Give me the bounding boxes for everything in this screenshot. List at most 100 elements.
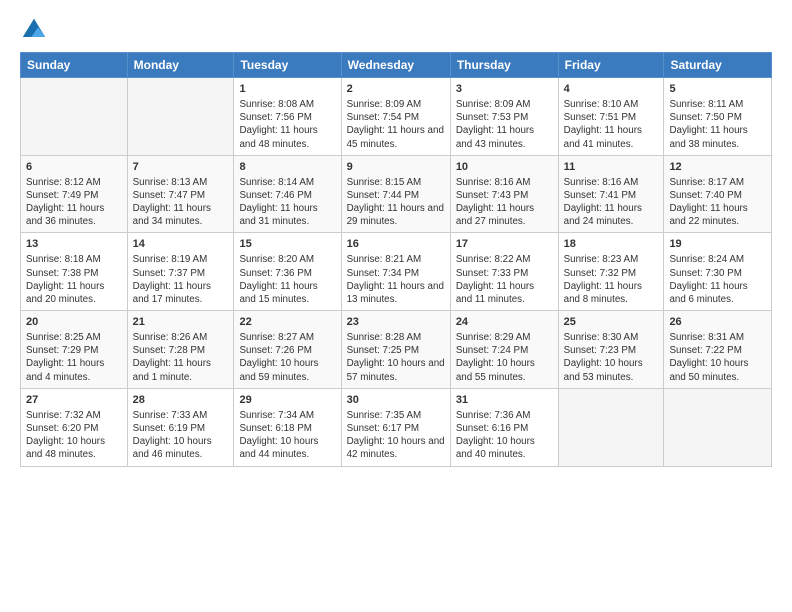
day-info: Sunrise: 8:14 AM Sunset: 7:46 PM Dayligh…: [239, 176, 335, 229]
week-row-5: 27Sunrise: 7:32 AM Sunset: 6:20 PM Dayli…: [21, 388, 772, 466]
day-number: 15: [239, 237, 335, 252]
day-number: 8: [239, 160, 335, 175]
calendar-cell: 20Sunrise: 8:25 AM Sunset: 7:29 PM Dayli…: [21, 311, 128, 389]
day-number: 6: [26, 160, 122, 175]
day-info: Sunrise: 8:29 AM Sunset: 7:24 PM Dayligh…: [456, 331, 553, 384]
calendar-cell: 10Sunrise: 8:16 AM Sunset: 7:43 PM Dayli…: [450, 155, 558, 233]
day-info: Sunrise: 8:09 AM Sunset: 7:53 PM Dayligh…: [456, 98, 553, 151]
day-number: 10: [456, 160, 553, 175]
calendar-cell: 2Sunrise: 8:09 AM Sunset: 7:54 PM Daylig…: [341, 78, 450, 156]
calendar-cell: 21Sunrise: 8:26 AM Sunset: 7:28 PM Dayli…: [127, 311, 234, 389]
calendar-cell: [558, 388, 664, 466]
calendar-cell: 25Sunrise: 8:30 AM Sunset: 7:23 PM Dayli…: [558, 311, 664, 389]
weekday-tuesday: Tuesday: [234, 53, 341, 78]
calendar-cell: 16Sunrise: 8:21 AM Sunset: 7:34 PM Dayli…: [341, 233, 450, 311]
day-info: Sunrise: 8:12 AM Sunset: 7:49 PM Dayligh…: [26, 176, 122, 229]
day-info: Sunrise: 8:16 AM Sunset: 7:43 PM Dayligh…: [456, 176, 553, 229]
day-number: 30: [347, 393, 445, 408]
weekday-sunday: Sunday: [21, 53, 128, 78]
day-number: 5: [669, 82, 766, 97]
calendar-cell: 31Sunrise: 7:36 AM Sunset: 6:16 PM Dayli…: [450, 388, 558, 466]
day-number: 29: [239, 393, 335, 408]
day-number: 3: [456, 82, 553, 97]
weekday-wednesday: Wednesday: [341, 53, 450, 78]
calendar-cell: 4Sunrise: 8:10 AM Sunset: 7:51 PM Daylig…: [558, 78, 664, 156]
day-info: Sunrise: 8:16 AM Sunset: 7:41 PM Dayligh…: [564, 176, 659, 229]
weekday-thursday: Thursday: [450, 53, 558, 78]
day-number: 20: [26, 315, 122, 330]
day-info: Sunrise: 8:20 AM Sunset: 7:36 PM Dayligh…: [239, 253, 335, 306]
day-info: Sunrise: 8:21 AM Sunset: 7:34 PM Dayligh…: [347, 253, 445, 306]
week-row-3: 13Sunrise: 8:18 AM Sunset: 7:38 PM Dayli…: [21, 233, 772, 311]
day-info: Sunrise: 7:32 AM Sunset: 6:20 PM Dayligh…: [26, 409, 122, 462]
day-number: 12: [669, 160, 766, 175]
day-number: 9: [347, 160, 445, 175]
day-number: 25: [564, 315, 659, 330]
calendar-cell: 19Sunrise: 8:24 AM Sunset: 7:30 PM Dayli…: [664, 233, 772, 311]
day-number: 31: [456, 393, 553, 408]
day-info: Sunrise: 7:35 AM Sunset: 6:17 PM Dayligh…: [347, 409, 445, 462]
day-info: Sunrise: 8:17 AM Sunset: 7:40 PM Dayligh…: [669, 176, 766, 229]
day-info: Sunrise: 8:25 AM Sunset: 7:29 PM Dayligh…: [26, 331, 122, 384]
calendar-cell: 1Sunrise: 8:08 AM Sunset: 7:56 PM Daylig…: [234, 78, 341, 156]
calendar-cell: 30Sunrise: 7:35 AM Sunset: 6:17 PM Dayli…: [341, 388, 450, 466]
day-number: 27: [26, 393, 122, 408]
calendar-cell: 8Sunrise: 8:14 AM Sunset: 7:46 PM Daylig…: [234, 155, 341, 233]
calendar-cell: 22Sunrise: 8:27 AM Sunset: 7:26 PM Dayli…: [234, 311, 341, 389]
weekday-saturday: Saturday: [664, 53, 772, 78]
calendar-cell: 9Sunrise: 8:15 AM Sunset: 7:44 PM Daylig…: [341, 155, 450, 233]
calendar-cell: 29Sunrise: 7:34 AM Sunset: 6:18 PM Dayli…: [234, 388, 341, 466]
day-number: 22: [239, 315, 335, 330]
day-number: 24: [456, 315, 553, 330]
day-info: Sunrise: 8:15 AM Sunset: 7:44 PM Dayligh…: [347, 176, 445, 229]
day-number: 28: [133, 393, 229, 408]
day-number: 11: [564, 160, 659, 175]
page: SundayMondayTuesdayWednesdayThursdayFrid…: [0, 0, 792, 477]
week-row-1: 1Sunrise: 8:08 AM Sunset: 7:56 PM Daylig…: [21, 78, 772, 156]
day-number: 19: [669, 237, 766, 252]
day-number: 2: [347, 82, 445, 97]
calendar-cell: 6Sunrise: 8:12 AM Sunset: 7:49 PM Daylig…: [21, 155, 128, 233]
calendar-cell: 14Sunrise: 8:19 AM Sunset: 7:37 PM Dayli…: [127, 233, 234, 311]
day-info: Sunrise: 8:13 AM Sunset: 7:47 PM Dayligh…: [133, 176, 229, 229]
calendar-cell: [664, 388, 772, 466]
day-info: Sunrise: 8:09 AM Sunset: 7:54 PM Dayligh…: [347, 98, 445, 151]
day-info: Sunrise: 8:24 AM Sunset: 7:30 PM Dayligh…: [669, 253, 766, 306]
day-info: Sunrise: 7:34 AM Sunset: 6:18 PM Dayligh…: [239, 409, 335, 462]
logo: [20, 16, 52, 44]
calendar-cell: 13Sunrise: 8:18 AM Sunset: 7:38 PM Dayli…: [21, 233, 128, 311]
week-row-2: 6Sunrise: 8:12 AM Sunset: 7:49 PM Daylig…: [21, 155, 772, 233]
day-info: Sunrise: 7:36 AM Sunset: 6:16 PM Dayligh…: [456, 409, 553, 462]
calendar-cell: 24Sunrise: 8:29 AM Sunset: 7:24 PM Dayli…: [450, 311, 558, 389]
day-info: Sunrise: 8:27 AM Sunset: 7:26 PM Dayligh…: [239, 331, 335, 384]
day-number: 1: [239, 82, 335, 97]
calendar-cell: 28Sunrise: 7:33 AM Sunset: 6:19 PM Dayli…: [127, 388, 234, 466]
day-info: Sunrise: 8:08 AM Sunset: 7:56 PM Dayligh…: [239, 98, 335, 151]
calendar-cell: [21, 78, 128, 156]
day-number: 17: [456, 237, 553, 252]
logo-icon: [20, 16, 48, 44]
day-number: 4: [564, 82, 659, 97]
day-info: Sunrise: 8:26 AM Sunset: 7:28 PM Dayligh…: [133, 331, 229, 384]
weekday-header-row: SundayMondayTuesdayWednesdayThursdayFrid…: [21, 53, 772, 78]
day-number: 13: [26, 237, 122, 252]
day-number: 16: [347, 237, 445, 252]
day-info: Sunrise: 7:33 AM Sunset: 6:19 PM Dayligh…: [133, 409, 229, 462]
calendar-cell: [127, 78, 234, 156]
day-info: Sunrise: 8:23 AM Sunset: 7:32 PM Dayligh…: [564, 253, 659, 306]
calendar-table: SundayMondayTuesdayWednesdayThursdayFrid…: [20, 52, 772, 467]
calendar-cell: 3Sunrise: 8:09 AM Sunset: 7:53 PM Daylig…: [450, 78, 558, 156]
day-info: Sunrise: 8:28 AM Sunset: 7:25 PM Dayligh…: [347, 331, 445, 384]
calendar-cell: 12Sunrise: 8:17 AM Sunset: 7:40 PM Dayli…: [664, 155, 772, 233]
week-row-4: 20Sunrise: 8:25 AM Sunset: 7:29 PM Dayli…: [21, 311, 772, 389]
calendar-cell: 18Sunrise: 8:23 AM Sunset: 7:32 PM Dayli…: [558, 233, 664, 311]
day-info: Sunrise: 8:31 AM Sunset: 7:22 PM Dayligh…: [669, 331, 766, 384]
day-number: 7: [133, 160, 229, 175]
day-number: 14: [133, 237, 229, 252]
calendar-cell: 7Sunrise: 8:13 AM Sunset: 7:47 PM Daylig…: [127, 155, 234, 233]
day-info: Sunrise: 8:19 AM Sunset: 7:37 PM Dayligh…: [133, 253, 229, 306]
day-info: Sunrise: 8:18 AM Sunset: 7:38 PM Dayligh…: [26, 253, 122, 306]
calendar-cell: 23Sunrise: 8:28 AM Sunset: 7:25 PM Dayli…: [341, 311, 450, 389]
day-number: 18: [564, 237, 659, 252]
header: [20, 16, 772, 44]
